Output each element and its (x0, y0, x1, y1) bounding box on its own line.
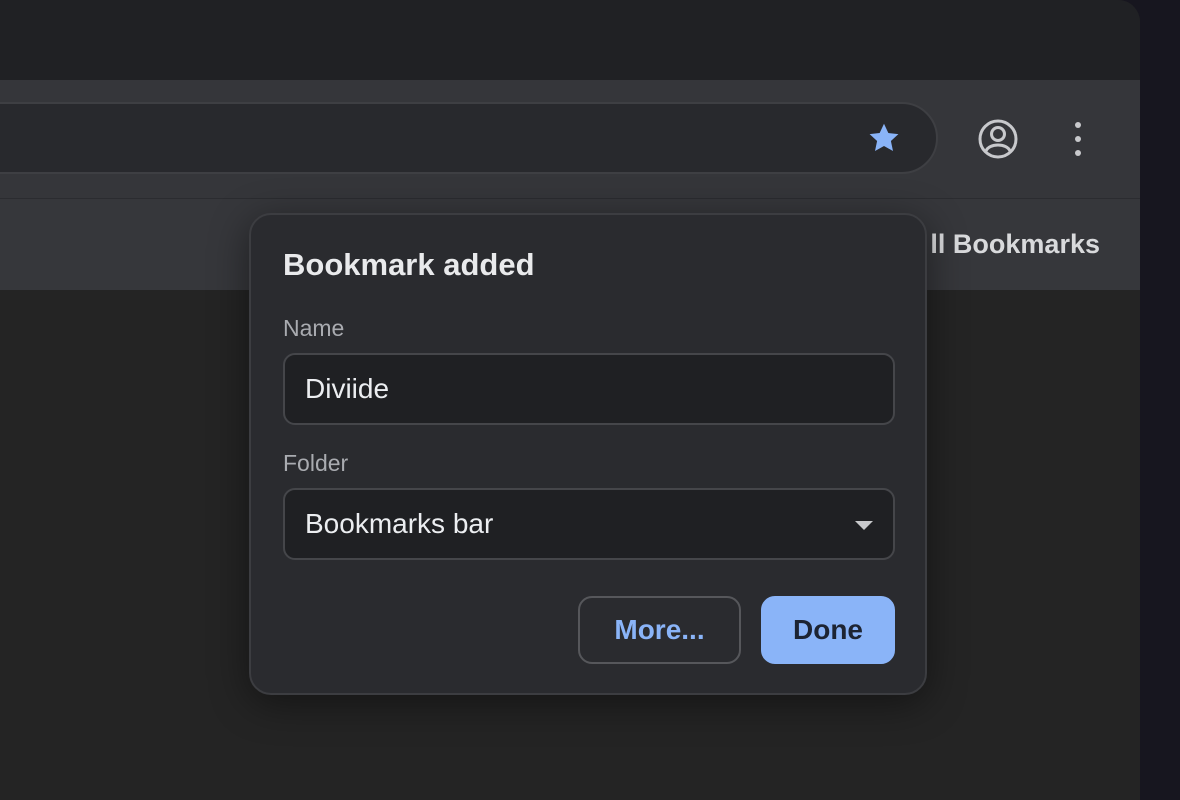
star-icon[interactable] (866, 120, 902, 156)
dialog-title: Bookmark added (283, 247, 535, 282)
bookmark-added-dialog: Bookmark added Name Folder Bookmarks bar… (249, 213, 927, 695)
tab-strip (0, 0, 1140, 80)
chevron-down-icon (855, 521, 873, 530)
folder-label: Folder (283, 450, 349, 476)
name-input[interactable] (305, 355, 865, 423)
name-field-container[interactable] (283, 353, 895, 425)
name-label: Name (283, 315, 345, 341)
folder-select[interactable]: Bookmarks bar (283, 488, 895, 560)
all-bookmarks-button[interactable]: ll Bookmarks (930, 229, 1100, 260)
done-button[interactable]: Done (761, 596, 895, 664)
address-bar[interactable] (0, 102, 938, 174)
more-vertical-icon[interactable] (1064, 117, 1092, 161)
profile-icon[interactable] (976, 117, 1020, 161)
more-button[interactable]: More... (578, 596, 741, 664)
toolbar (0, 80, 1140, 198)
folder-select-value: Bookmarks bar (305, 508, 494, 539)
